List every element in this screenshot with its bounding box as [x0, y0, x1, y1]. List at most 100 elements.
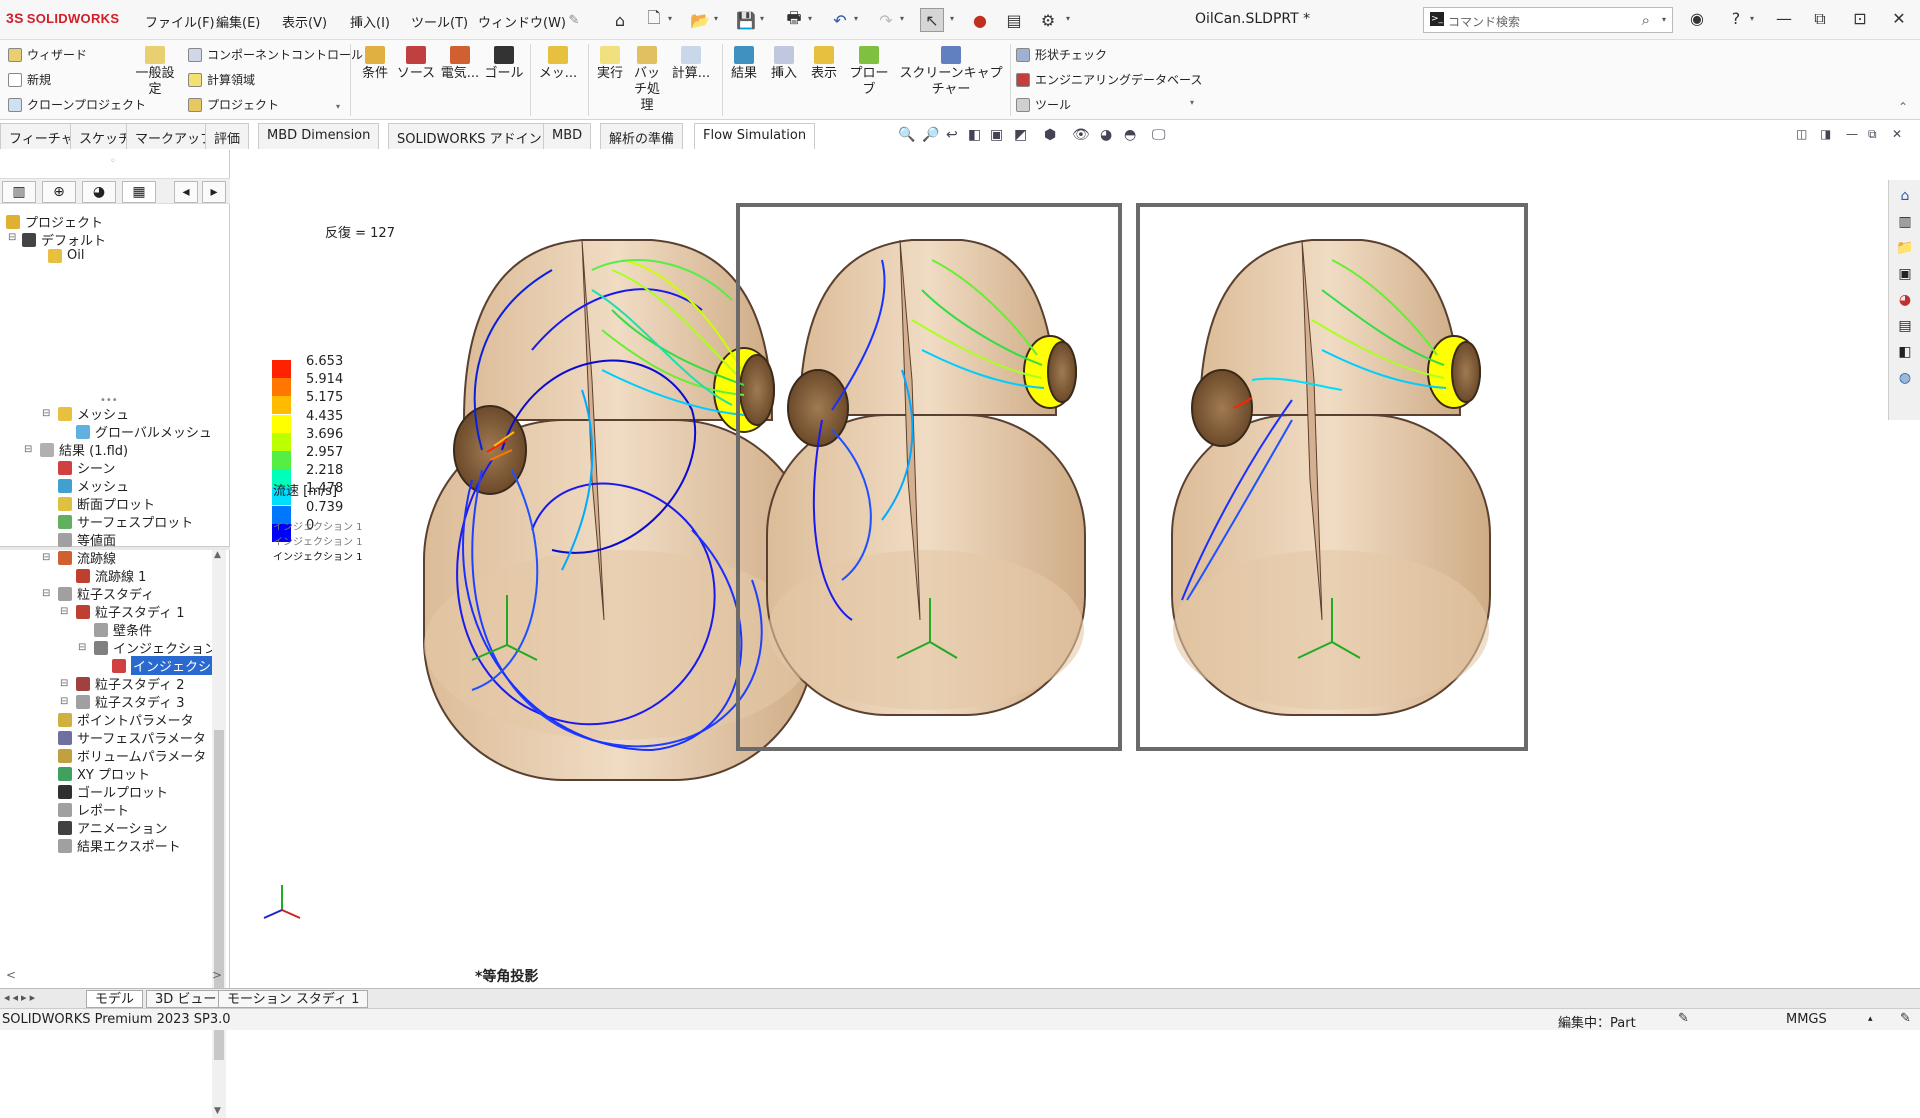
hide-show-icon[interactable]: 👁 [1072, 127, 1090, 143]
general-settings-button[interactable]: 一般設定 [132, 46, 178, 98]
command-search[interactable]: >_ コマンド検索 ⌕ ▾ [1423, 7, 1673, 33]
tools-button[interactable]: ツール [1016, 96, 1071, 113]
collapse-icon[interactable]: ⊟ [42, 408, 50, 419]
display-manager-tab-icon[interactable]: ◕ [82, 181, 116, 203]
rebuild-icon[interactable]: ✎ [1678, 1011, 1689, 1026]
conditions-button[interactable]: 条件 [355, 46, 395, 82]
menu-insert[interactable]: 挿入(I) [350, 12, 390, 31]
traffic-light-icon[interactable]: ● [968, 8, 992, 32]
edit-appearance-icon[interactable]: ◕ [1100, 127, 1112, 143]
scroll-right-icon[interactable]: ▸ [202, 181, 226, 203]
menu-window[interactable]: ウィンドウ(W) [478, 12, 566, 31]
new-document-icon[interactable]: 🗋 [642, 8, 666, 32]
tree-oil[interactable]: Oil [48, 248, 84, 263]
menu-view[interactable]: 表示(V) [282, 12, 327, 31]
unit-system[interactable]: MMGS [1786, 1012, 1827, 1027]
component-control-button[interactable]: コンポーネントコントロール [188, 46, 363, 63]
tree-item[interactable]: 流跡線 [58, 548, 116, 567]
tree-item[interactable]: メッシュ [58, 476, 129, 495]
search-icon[interactable]: ⌕ [1642, 11, 1650, 29]
open-folder-icon[interactable]: 📂 [688, 8, 712, 32]
forum-icon[interactable]: ◧ [1895, 342, 1915, 362]
expand-icon[interactable]: ⊡ [1846, 9, 1874, 28]
property-manager-tab-icon[interactable]: ⊕ [42, 181, 76, 203]
chevron-down-icon[interactable]: ▾ [336, 102, 340, 111]
tree-item[interactable]: メッシュ [58, 404, 129, 423]
panel-grip-icon[interactable]: ◦ [110, 156, 116, 167]
menu-edit[interactable]: 編集(E) [216, 12, 260, 31]
tree-item[interactable]: 粒子スタディ 1 [76, 602, 185, 621]
menu-tools[interactable]: ツール(T) [411, 12, 468, 31]
display-button[interactable]: 表示 [806, 46, 842, 82]
probe-button[interactable]: プローブ [846, 46, 892, 98]
doc-minimize-icon[interactable]: — [1846, 127, 1858, 141]
tree-item[interactable]: インジェクション [94, 638, 217, 657]
user-account-icon[interactable]: ◉ [1683, 9, 1711, 28]
hscroll-right-icon[interactable]: > [212, 968, 222, 982]
restore-icon[interactable]: ⧉ [1806, 9, 1834, 29]
chevron-down-icon[interactable]: ▾ [668, 14, 672, 23]
tree-default-config[interactable]: デフォルト [22, 230, 106, 249]
scroll-up-icon[interactable]: ▲ [214, 550, 221, 560]
tree-item[interactable]: 結果エクスポート [58, 836, 181, 855]
tab-flow-simulation[interactable]: Flow Simulation [694, 123, 816, 149]
chevron-down-icon[interactable]: ▾ [760, 14, 764, 23]
tab-model[interactable]: モデル [86, 990, 144, 1008]
options-gear-icon[interactable]: ⚙ [1036, 8, 1060, 32]
tree-project[interactable]: プロジェクト [6, 212, 103, 231]
tile-right-icon[interactable]: ◨ [1820, 127, 1831, 141]
collapse-icon[interactable]: ⊟ [8, 232, 16, 243]
apply-scene-icon[interactable]: ◓ [1124, 127, 1136, 143]
collapse-icon[interactable]: ⊟ [42, 552, 50, 563]
source-button[interactable]: ソース [396, 46, 436, 82]
tab-motion-study[interactable]: モーション スタディ 1 [218, 990, 369, 1008]
chevron-down-icon[interactable]: ▾ [808, 14, 812, 23]
file-properties-icon[interactable]: ▤ [1002, 8, 1026, 32]
new-project-button[interactable]: 新規 [8, 71, 51, 88]
hscroll-left-icon[interactable]: < [6, 968, 16, 982]
tab-simulation-prep[interactable]: 解析の準備 [600, 123, 684, 149]
tree-item[interactable]: シーン [58, 458, 115, 477]
tree-item[interactable]: アニメーション [58, 818, 167, 837]
feature-tree-tab-icon[interactable]: ▥ [2, 181, 36, 203]
tab-mbd-dimension[interactable]: MBD Dimension [258, 123, 380, 149]
tab-scroll-arrows-icon[interactable]: ◂◂▸▸ [4, 991, 38, 1004]
zoom-area-icon[interactable]: 🔎 [922, 127, 939, 143]
collapse-icon[interactable]: ⊟ [78, 642, 86, 653]
pin-icon[interactable]: ✎ [562, 8, 586, 32]
view-palette-icon[interactable]: ▣ [1895, 264, 1915, 284]
calculate-button[interactable]: 計算... [668, 46, 714, 82]
oil-can-model-3[interactable] [1171, 239, 1491, 716]
graphics-area[interactable]: 反復 = 127 6.653 5.914 5.175 4.435 3.696 2.957 2… [232, 150, 1888, 988]
tree-item[interactable]: 粒子スタディ [58, 584, 154, 603]
shape-check-button[interactable]: 形状チェック [1016, 46, 1107, 63]
chevron-down-icon[interactable]: ▾ [1662, 15, 1666, 24]
save-icon[interactable]: 💾 [734, 8, 758, 32]
screen-capture-button[interactable]: スクリーンキャプチャー [896, 46, 1006, 98]
appearances-icon[interactable]: ◕ [1895, 290, 1915, 310]
tree-item[interactable]: レポート [58, 800, 129, 819]
tree-item[interactable]: ボリュームパラメータ [58, 746, 206, 765]
tree-item[interactable]: XY プロット [58, 764, 150, 783]
chevron-down-icon[interactable]: ▾ [1066, 14, 1070, 23]
chevron-down-icon[interactable]: ▾ [900, 14, 904, 23]
undo-icon[interactable]: ↶ [828, 8, 852, 32]
clone-project-button[interactable]: クローンプロジェクト [8, 96, 146, 113]
tree-item[interactable]: 粒子スタディ 2 [76, 674, 185, 693]
chevron-down-icon[interactable]: ▾ [950, 14, 954, 23]
computational-domain-button[interactable]: 計算領域 [188, 71, 255, 88]
tree-item[interactable]: 結果 (1.fld) [40, 440, 128, 459]
tree-item[interactable]: インジェクショ [112, 656, 227, 675]
display-style-icon[interactable]: ⬢ [1044, 127, 1056, 143]
tree-item[interactable]: ポイントパラメータ [58, 710, 194, 729]
insert-button[interactable]: 挿入 [766, 46, 802, 82]
collapse-icon[interactable]: ⊟ [60, 606, 68, 617]
oil-can-model-1[interactable] [423, 239, 815, 781]
chevron-down-icon[interactable]: ▾ [1750, 14, 1754, 23]
minimize-icon[interactable]: — [1770, 9, 1798, 28]
view-orientation-icon[interactable]: ◩ [1014, 127, 1027, 143]
collapse-ribbon-icon[interactable]: ⌃ [1898, 100, 1908, 114]
tile-left-icon[interactable]: ◫ [1796, 127, 1807, 141]
section-view-icon[interactable]: ◧ [968, 127, 981, 143]
solidworks-resources-icon[interactable]: ⌂ [1895, 186, 1915, 206]
